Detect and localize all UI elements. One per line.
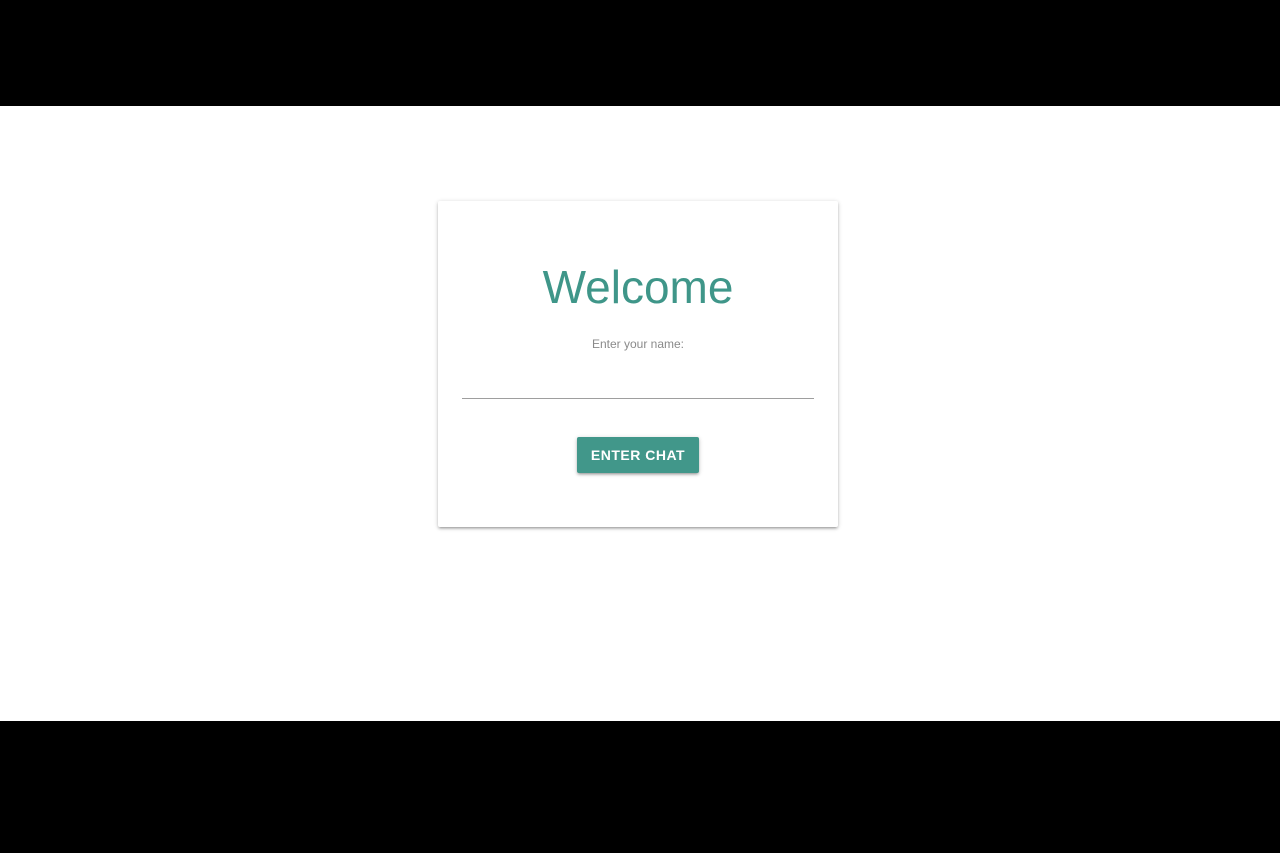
welcome-title: Welcome: [542, 261, 734, 313]
letterbox-bottom: [0, 721, 1280, 853]
name-input[interactable]: [462, 369, 814, 399]
letterbox-top: [0, 0, 1280, 106]
page-viewport: Welcome Enter your name: Enter Chat: [0, 106, 1280, 721]
login-card: Welcome Enter your name: Enter Chat: [438, 201, 838, 527]
name-label: Enter your name:: [591, 337, 685, 351]
enter-chat-button[interactable]: Enter Chat: [577, 437, 699, 473]
